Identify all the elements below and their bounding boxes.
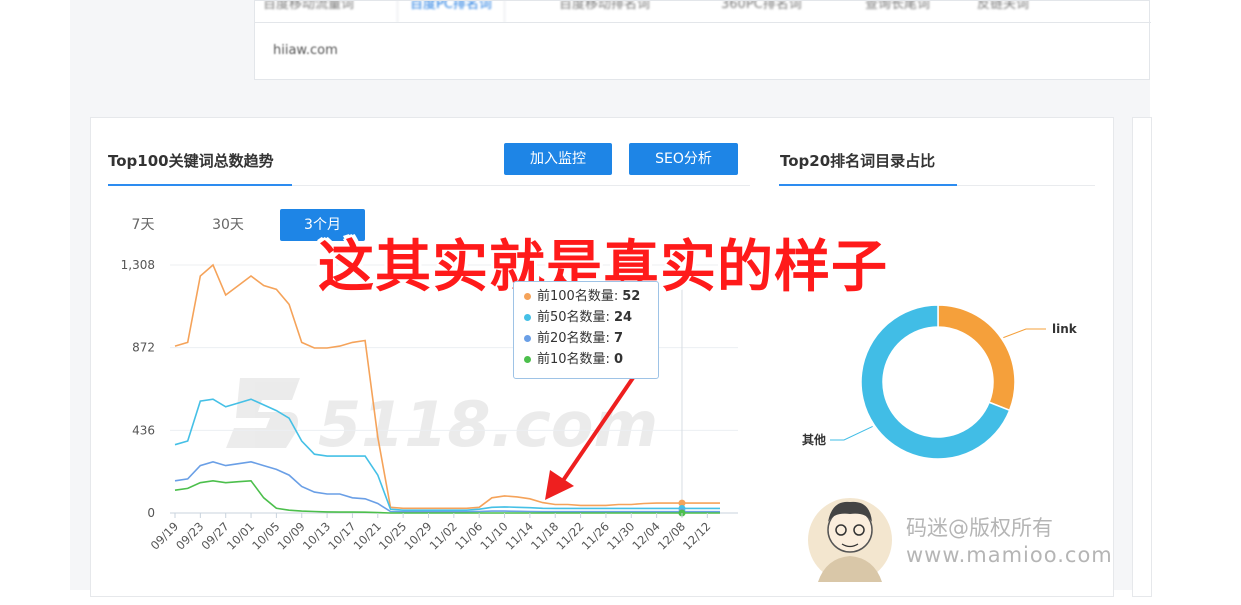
- x-tick-label: 11/26: [579, 519, 612, 552]
- y-tick-label: 0: [147, 506, 155, 520]
- x-tick-label: 11/30: [604, 519, 637, 552]
- tooltip-label-top50: 前50名数量:: [537, 310, 610, 325]
- tooltip-row-top50: 前50名数量: 24: [524, 307, 658, 328]
- tooltip-value-top20: 7: [613, 331, 623, 346]
- avatar: [808, 498, 892, 582]
- y-tick-label: 872: [132, 341, 155, 355]
- x-tick-label: 12/04: [629, 519, 662, 552]
- x-tick-label: 11/22: [553, 519, 586, 552]
- tooltip-row-top10: 前10名数量: 0: [524, 349, 658, 370]
- x-tick-label: 11/02: [427, 519, 460, 552]
- x-tick-label: 10/21: [351, 519, 384, 552]
- x-tick-label: 10/09: [275, 519, 308, 552]
- pie-chart: link 其他: [802, 304, 1078, 460]
- tooltip-value-top50: 24: [613, 310, 633, 325]
- x-tick-label: 10/13: [300, 519, 333, 552]
- tooltip-dot-top10: [524, 356, 531, 363]
- x-tick-label: 09/27: [198, 519, 231, 552]
- y-tick-label: 436: [132, 423, 155, 437]
- page: 百度移动流量词 百度PC排名词 百度移动排名词 360PC排名词 查询长尾词 反…: [0, 0, 1241, 605]
- tooltip-label-top10: 前10名数量:: [537, 352, 610, 367]
- pie-label-leader: [830, 425, 873, 441]
- chart-logo-watermark: 5118.com: [226, 378, 658, 461]
- x-tick-label: 10/01: [224, 519, 257, 552]
- tooltip-value-top10: 0: [613, 352, 623, 367]
- tooltip-row-top20: 前20名数量: 7: [524, 328, 658, 349]
- x-tick-label: 11/14: [503, 519, 536, 552]
- x-tick-label: 09/23: [173, 519, 206, 552]
- x-tick-label: 12/12: [680, 519, 713, 552]
- x-tick-label: 10/05: [249, 519, 282, 552]
- x-tick-label: 09/19: [148, 519, 181, 552]
- pie-slice-1: [937, 304, 1016, 412]
- tooltip-value-top100: 52: [622, 289, 641, 304]
- site-watermark: www.mamioo.com: [906, 543, 1113, 567]
- x-tick-label: 11/18: [528, 519, 561, 552]
- chart-logo-text: 5118.com: [318, 388, 658, 461]
- tooltip-label-top20: 前20名数量:: [537, 331, 610, 346]
- x-tick-label: 10/17: [325, 519, 358, 552]
- tooltip-dot-top20: [524, 335, 531, 342]
- tooltip-label-top100: 前100名数量:: [537, 289, 619, 304]
- author-watermark: 码迷@版权所有: [906, 516, 1053, 540]
- x-tick-label: 12/08: [655, 519, 688, 552]
- chart-tooltip: 前100名数量: 52 前50名数量: 24 前20名数量: 7 前10名数量: 0: [513, 281, 659, 379]
- pie-label: 其他: [802, 432, 826, 447]
- y-tick-label: 1,308: [121, 258, 155, 272]
- x-tick-label: 10/25: [376, 519, 409, 552]
- pie-label-leader: [1003, 328, 1046, 339]
- tooltip-row-top100: 前100名数量: 52: [524, 286, 658, 307]
- pie-label: link: [1052, 322, 1078, 336]
- x-tick-label: 10/29: [401, 519, 434, 552]
- x-tick-label: 11/10: [477, 519, 510, 552]
- tooltip-dot-top100: [524, 293, 531, 300]
- tooltip-dot-top50: [524, 314, 531, 321]
- x-tick-label: 11/06: [452, 519, 485, 552]
